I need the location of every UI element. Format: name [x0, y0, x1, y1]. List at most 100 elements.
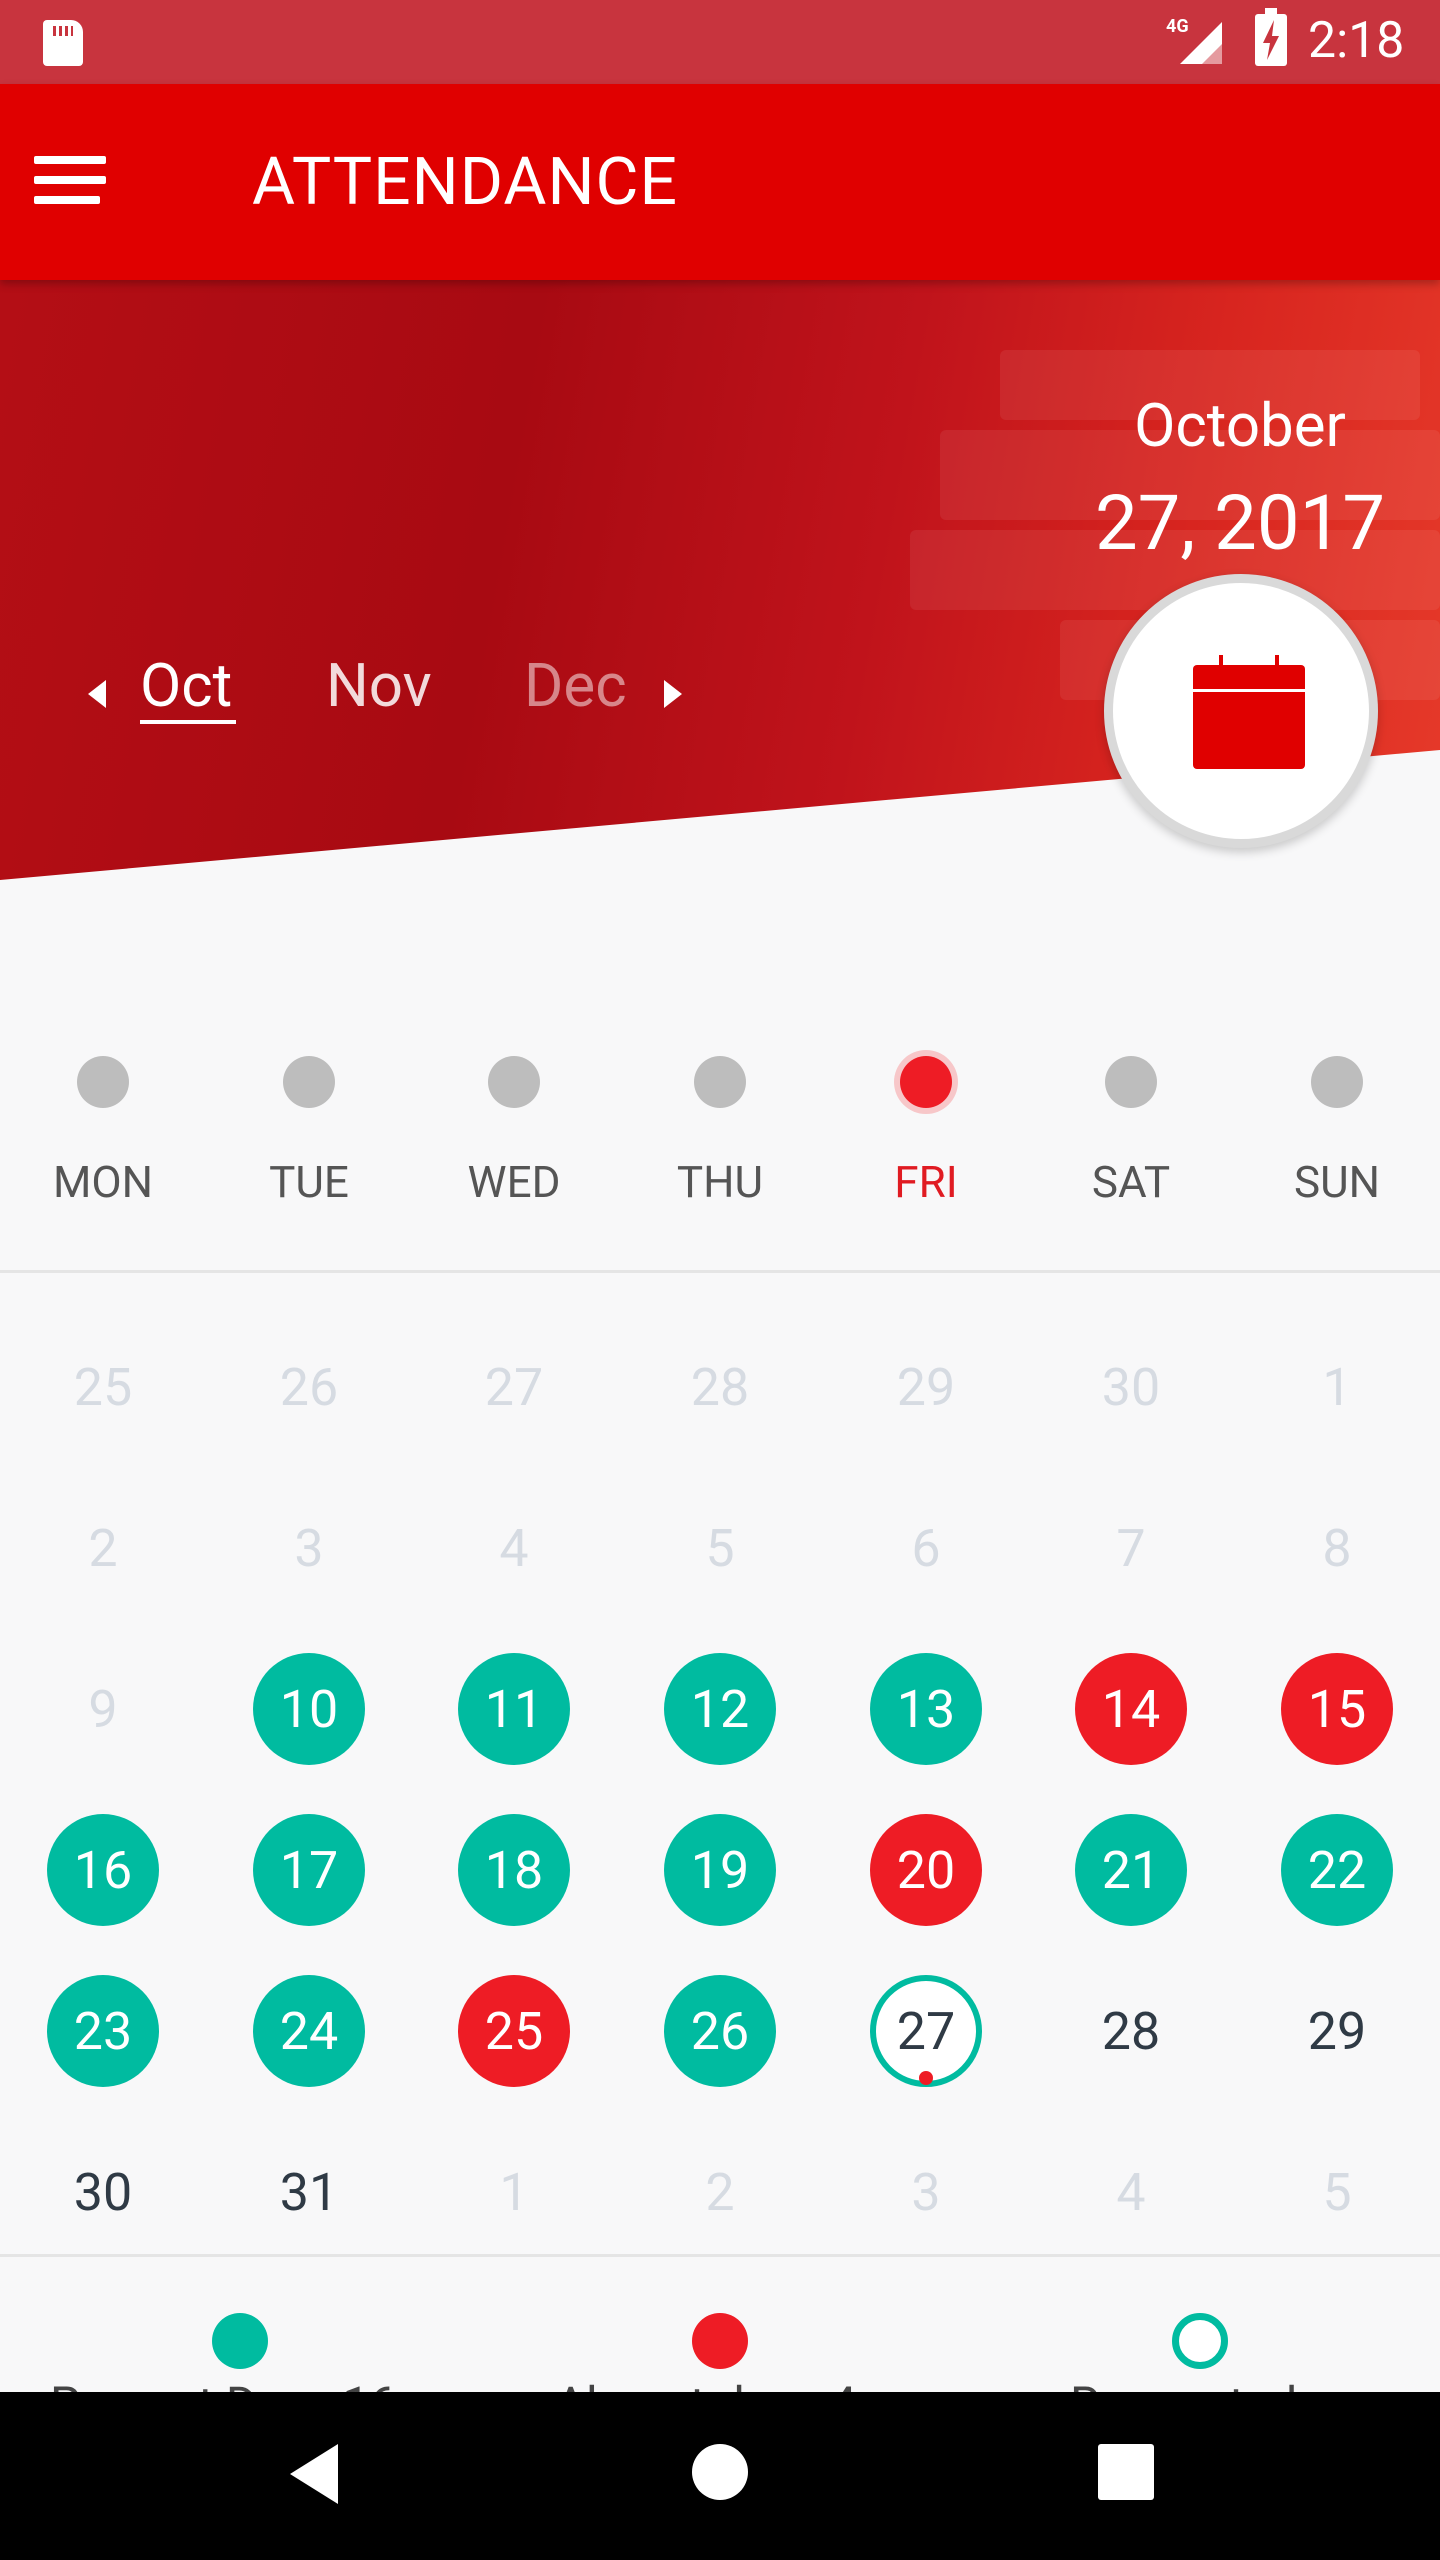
back-icon[interactable] — [290, 2444, 338, 2504]
calendar-day-absent[interactable]: 20 — [870, 1814, 982, 1926]
day-number: 20 — [896, 1839, 956, 1901]
calendar-day-faded[interactable]: 7 — [1075, 1492, 1187, 1604]
day-number: 27 — [484, 1356, 544, 1418]
page-title: ATTENDANCE — [252, 144, 679, 221]
calendar-day-faded[interactable]: 29 — [870, 1331, 982, 1443]
weekday-label: WED — [467, 1156, 561, 1208]
calendar-day-faded[interactable]: 28 — [664, 1331, 776, 1443]
calendar-day-present[interactable]: 11 — [458, 1653, 570, 1765]
today-marker-dot — [919, 2071, 933, 2085]
legend-present-dot — [212, 2313, 268, 2369]
status-bar: 4G 2:18 — [0, 0, 1440, 84]
home-icon[interactable] — [692, 2444, 748, 2500]
day-number: 18 — [484, 1839, 544, 1901]
day-number: 27 — [896, 2000, 956, 2062]
calendar-day-faded[interactable]: 25 — [47, 1331, 159, 1443]
prev-month-arrow-icon[interactable] — [88, 680, 106, 708]
month-tab-nov[interactable]: Nov — [326, 650, 432, 721]
calendar-day-absent[interactable]: 14 — [1075, 1653, 1187, 1765]
calendar-day-present[interactable]: 22 — [1281, 1814, 1393, 1926]
day-number: 11 — [484, 1678, 544, 1740]
day-number: 15 — [1307, 1678, 1367, 1740]
day-number: 14 — [1101, 1678, 1161, 1740]
day-number: 2 — [88, 1517, 118, 1579]
day-number: 4 — [1116, 2161, 1146, 2223]
divider — [0, 2254, 1440, 2257]
day-number: 10 — [279, 1678, 339, 1740]
calendar-day-absent[interactable]: 15 — [1281, 1653, 1393, 1765]
calendar-day-faded[interactable]: 1 — [1281, 1331, 1393, 1443]
calendar-day-faded[interactable]: 27 — [458, 1331, 570, 1443]
calendar-day-faded[interactable]: 2 — [664, 2136, 776, 2248]
signal-icon — [1180, 22, 1222, 64]
calendar-day-present[interactable]: 12 — [664, 1653, 776, 1765]
weekday-mon: MON — [33, 1050, 173, 1208]
calendar-day-faded[interactable]: 26 — [253, 1331, 365, 1443]
sd-card-icon — [43, 20, 83, 66]
month-tab-dec[interactable]: Dec — [524, 650, 627, 721]
calendar-day-normal[interactable]: 28 — [1075, 1975, 1187, 2087]
day-number: 24 — [279, 2000, 339, 2062]
day-number: 16 — [73, 1839, 133, 1901]
calendar-day-faded[interactable]: 8 — [1281, 1492, 1393, 1604]
calendar-day-faded[interactable]: 2 — [47, 1492, 159, 1604]
day-number: 7 — [1116, 1517, 1146, 1579]
calendar-day-faded[interactable]: 4 — [458, 1492, 570, 1604]
calendar-day-present[interactable]: 19 — [664, 1814, 776, 1926]
calendar-day-faded[interactable]: 4 — [1075, 2136, 1187, 2248]
calendar-day-faded[interactable]: 30 — [1075, 1331, 1187, 1443]
calendar-day-normal[interactable]: 31 — [253, 2136, 365, 2248]
day-number: 31 — [279, 2161, 339, 2223]
calendar-day-present[interactable]: 26 — [664, 1975, 776, 2087]
weekday-label: THU — [676, 1156, 764, 1208]
calendar-day-faded[interactable]: 5 — [1281, 2136, 1393, 2248]
calendar-day-present[interactable]: 24 — [253, 1975, 365, 2087]
calendar-day-faded[interactable]: 5 — [664, 1492, 776, 1604]
day-number: 25 — [484, 2000, 544, 2062]
calendar-day-present[interactable]: 16 — [47, 1814, 159, 1926]
calendar-day-normal[interactable]: 30 — [47, 2136, 159, 2248]
calendar-day-today[interactable]: 27 — [870, 1975, 982, 2087]
calendar-day-present[interactable]: 17 — [253, 1814, 365, 1926]
weekday-label: FRI — [894, 1156, 958, 1208]
selected-day-year: 27, 2017 — [1094, 478, 1386, 568]
calendar-day-faded[interactable]: 3 — [870, 2136, 982, 2248]
day-number: 17 — [279, 1839, 339, 1901]
selected-month: October — [1134, 390, 1346, 461]
app-bar: ATTENDANCE — [0, 84, 1440, 280]
month-tab-oct[interactable]: Oct — [140, 650, 232, 721]
calendar-day-faded[interactable]: 1 — [458, 2136, 570, 2248]
legend-requested-dot — [1172, 2313, 1228, 2369]
attendance-screen: 4G 2:18 ATTENDANCE October 27, 2017 Oct … — [0, 0, 1440, 2560]
day-number: 4 — [499, 1517, 529, 1579]
calendar-day-faded[interactable]: 6 — [870, 1492, 982, 1604]
calendar-day-present[interactable]: 21 — [1075, 1814, 1187, 1926]
calendar-day-faded[interactable]: 3 — [253, 1492, 365, 1604]
calendar-day-present[interactable]: 18 — [458, 1814, 570, 1926]
calendar-day-normal[interactable]: 29 — [1281, 1975, 1393, 2087]
hamburger-menu-icon[interactable] — [34, 150, 106, 210]
status-time: 2:18 — [1308, 12, 1405, 70]
calendar-picker-button[interactable] — [1104, 574, 1378, 848]
weekday-label: SUN — [1293, 1156, 1381, 1208]
recent-apps-icon[interactable] — [1098, 2444, 1154, 2500]
calendar-day-faded[interactable]: 9 — [47, 1653, 159, 1765]
calendar-day-absent[interactable]: 25 — [458, 1975, 570, 2087]
next-month-arrow-icon[interactable] — [664, 680, 682, 708]
system-navigation-bar — [0, 2392, 1440, 2560]
day-number: 2 — [705, 2161, 735, 2223]
calendar-day-present[interactable]: 23 — [47, 1975, 159, 2087]
weekday-indicator-dot — [488, 1056, 540, 1108]
weekday-header: MON TUE WED THU FRI SAT SUN — [0, 1050, 1440, 1270]
weekday-indicator-dot — [694, 1056, 746, 1108]
calendar-day-present[interactable]: 10 — [253, 1653, 365, 1765]
battery-charging-icon — [1255, 8, 1287, 66]
day-number: 5 — [1322, 2161, 1352, 2223]
day-number: 22 — [1307, 1839, 1367, 1901]
day-number: 3 — [294, 1517, 324, 1579]
weekday-sun: SUN — [1267, 1050, 1407, 1208]
calendar-day-present[interactable]: 13 — [870, 1653, 982, 1765]
weekday-label: MON — [52, 1156, 154, 1208]
day-number: 1 — [1322, 1356, 1352, 1418]
weekday-indicator-dot — [77, 1056, 129, 1108]
